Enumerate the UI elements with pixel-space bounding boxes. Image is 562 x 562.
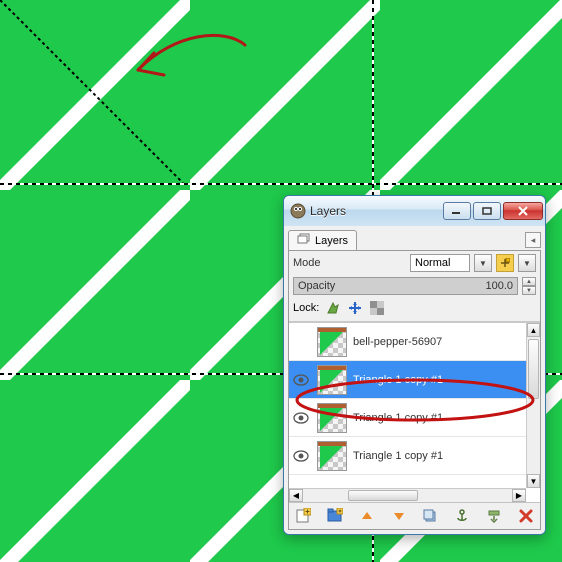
tab-menu-button[interactable]: ◂ [525,232,541,248]
layers-stack-icon [297,233,311,248]
extra-menu-button[interactable]: ▼ [518,254,536,272]
app-icon [290,203,306,219]
scroll-down-icon[interactable]: ▼ [527,474,540,488]
duplicate-layer-button[interactable] [420,506,440,526]
visibility-toggle[interactable] [291,412,311,424]
maximize-button[interactable] [473,202,501,220]
window-title: Layers [310,204,441,218]
scroll-right-icon[interactable]: ▶ [512,489,526,502]
layer-row[interactable]: bell-pepper-56907 [289,323,526,361]
opacity-spinner[interactable]: ▲ ▼ [522,277,536,295]
layer-thumbnail [317,365,347,395]
lock-position-icon[interactable] [347,300,363,316]
opacity-slider[interactable]: Opacity 100.0 [293,277,518,295]
tab-layers[interactable]: Layers [288,230,357,250]
delete-layer-button[interactable] [516,506,536,526]
mode-dropdown-button[interactable]: ▼ [474,254,492,272]
tab-label: Layers [315,235,348,247]
lock-alpha-icon[interactable] [369,300,385,316]
blend-mode-select[interactable] [410,254,470,272]
new-layer-button[interactable] [293,506,313,526]
layer-thumbnail [317,327,347,357]
lock-label: Lock: [293,302,319,314]
title-bar[interactable]: Layers [284,196,545,226]
lower-layer-button[interactable] [389,506,409,526]
visibility-toggle[interactable] [291,374,311,386]
minimize-button[interactable] [443,202,471,220]
spin-up-icon[interactable]: ▲ [522,277,536,286]
visibility-toggle[interactable] [291,450,311,462]
merge-down-button[interactable] [484,506,504,526]
layer-row[interactable]: Triangle 1 copy #1 [289,437,526,475]
opacity-value: 100.0 [485,280,513,292]
layer-name[interactable]: bell-pepper-56907 [353,336,524,348]
vertical-scrollbar[interactable]: ▲ ▼ [526,323,540,488]
opacity-label: Opacity [298,280,335,292]
layers-dialog: Layers Layers ◂ Mode ▼ ▼ [283,195,546,535]
layer-thumbnail [317,403,347,433]
spin-down-icon[interactable]: ▼ [522,286,536,295]
horizontal-scrollbar[interactable]: ◀ ▶ [289,488,526,502]
new-layer-group-button[interactable] [325,506,345,526]
layer-actions-toolbar [289,502,540,529]
layer-name[interactable]: Triangle 1 copy #1 [353,412,524,424]
scroll-left-icon[interactable]: ◀ [289,489,303,502]
layer-row[interactable]: Triangle 1 copy #1 [289,361,526,399]
layer-name[interactable]: Triangle 1 copy #1 [353,450,524,462]
scroll-up-icon[interactable]: ▲ [527,323,540,337]
layer-thumbnail [317,441,347,471]
layer-options-button[interactable] [496,254,514,272]
close-button[interactable] [503,202,543,220]
layer-row[interactable]: Triangle 1 copy #1 [289,399,526,437]
lock-pixels-icon[interactable] [325,300,341,316]
anchor-layer-button[interactable] [452,506,472,526]
layer-name[interactable]: Triangle 1 copy #1 [353,374,524,386]
mode-label: Mode [293,257,406,269]
raise-layer-button[interactable] [357,506,377,526]
layer-list: bell-pepper-56907 Triangle 1 copy #1 Trian… [289,322,540,502]
